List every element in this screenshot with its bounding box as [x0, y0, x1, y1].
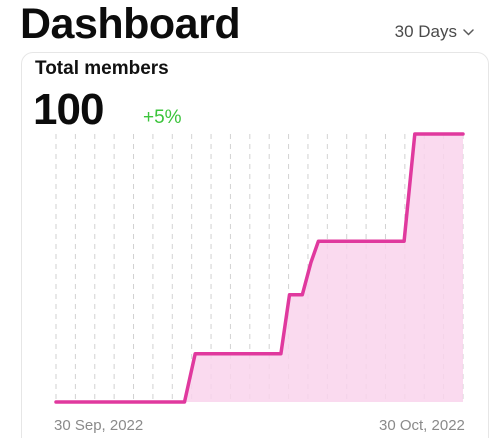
members-area-fill: [56, 134, 463, 402]
dashboard-page: Dashboard 30 Days Total members 100 +5% …: [0, 0, 500, 438]
members-area-chart: [54, 132, 465, 404]
x-tick-label-start: 30 Sep, 2022: [54, 417, 144, 434]
x-tick-label-end: 30 Oct, 2022: [379, 417, 465, 434]
